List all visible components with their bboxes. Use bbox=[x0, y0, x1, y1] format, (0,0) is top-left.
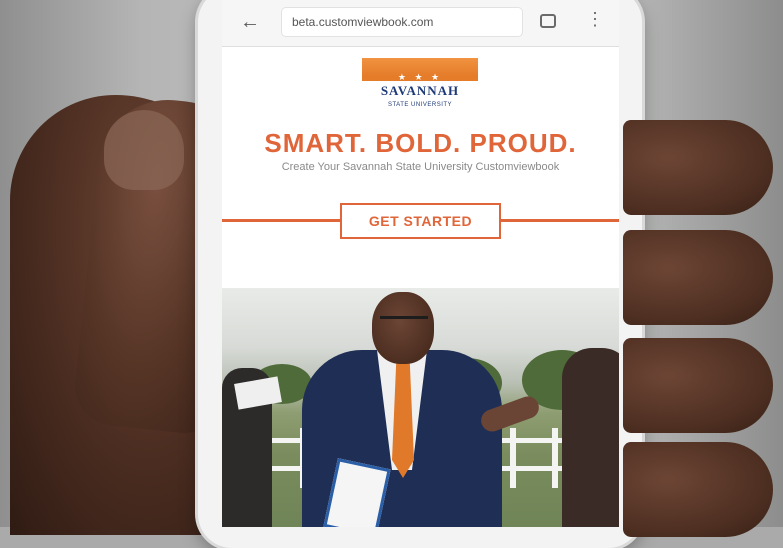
phone-screen: ← beta.customviewbook.com ⋮ ★ ★ ★ SAVANN… bbox=[222, 0, 619, 527]
back-arrow-icon[interactable]: ← bbox=[240, 11, 260, 34]
divider-right bbox=[501, 219, 619, 222]
glasses bbox=[380, 316, 428, 329]
holding-fingers bbox=[613, 120, 783, 540]
finger bbox=[623, 338, 773, 433]
finger bbox=[623, 120, 773, 215]
browser-toolbar: ← beta.customviewbook.com ⋮ bbox=[222, 0, 619, 47]
savannah-logo[interactable]: ★ ★ ★ SAVANNAH bbox=[362, 58, 478, 100]
url-bar[interactable]: beta.customviewbook.com bbox=[282, 8, 522, 36]
thumbnail bbox=[104, 110, 184, 190]
person-right bbox=[562, 348, 619, 527]
finger bbox=[623, 442, 773, 537]
hero-photo bbox=[222, 288, 619, 527]
page-subtext: Create Your Savannah State University Cu… bbox=[281, 161, 560, 173]
finger bbox=[623, 230, 773, 325]
get-started-button[interactable]: GET STARTED bbox=[340, 203, 501, 239]
page-headline: SMART. BOLD. PROUD. bbox=[264, 128, 577, 158]
tabs-icon[interactable] bbox=[540, 14, 556, 28]
divider-left bbox=[222, 219, 340, 222]
logo-wordmark: SAVANNAH bbox=[362, 81, 478, 100]
logo-subtitle: STATE UNIVERSITY bbox=[387, 102, 453, 108]
overflow-menu-icon[interactable]: ⋮ bbox=[586, 10, 604, 28]
